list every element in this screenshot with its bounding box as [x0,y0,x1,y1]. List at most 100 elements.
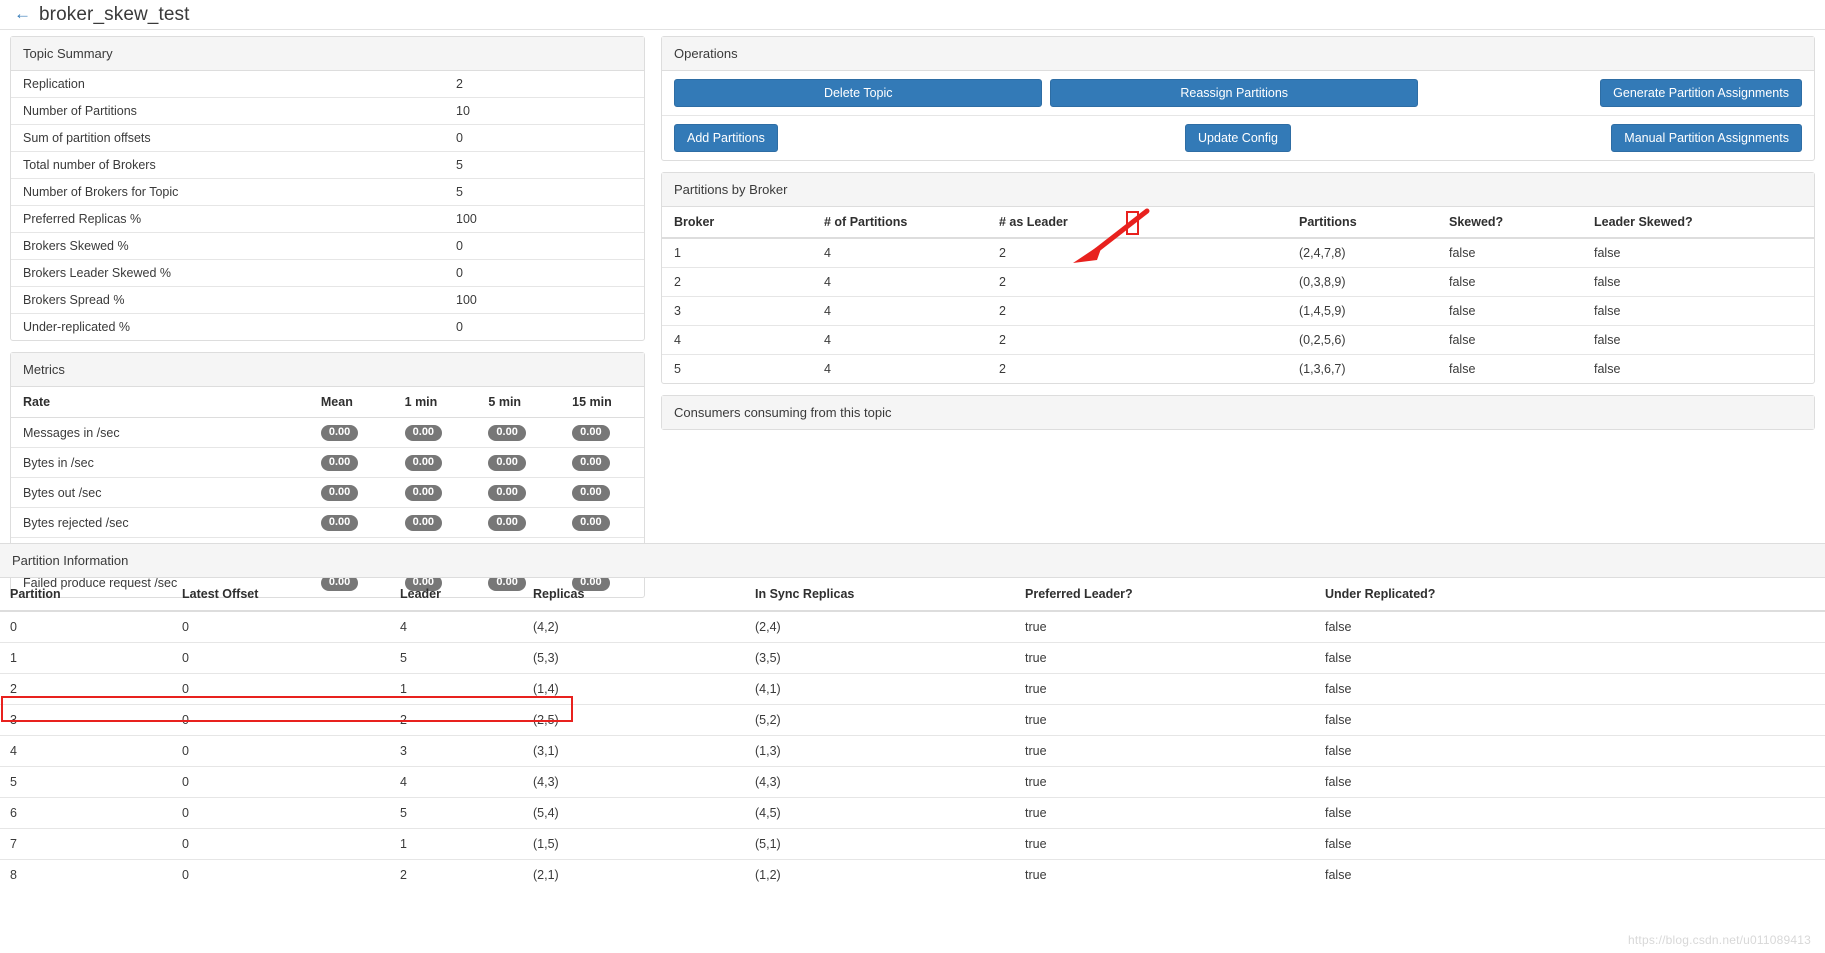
broker-partitions: (1,4,5,9) [1287,296,1437,326]
broker-partitions: (1,3,6,7) [1287,354,1437,383]
broker-link[interactable]: 3 [662,296,812,326]
pi-partition: 2 [0,673,172,705]
broker-leader-skewed: false [1582,296,1814,326]
pi-under-replicated: false [1315,673,1825,705]
pi-preferred-leader: true [1015,642,1315,674]
summary-label: Brokers Skewed % [11,232,444,260]
metric-1min: 0.00 [392,477,477,508]
pi-leader-link[interactable]: 5 [390,642,523,674]
metrics-col-1min: 1 min [392,387,477,418]
table-row: 8 0 2 (2,1) (1,2) true false [0,859,1825,890]
pi-latest-offset: 0 [172,642,390,674]
metric-badge: 0.00 [404,425,443,441]
table-row: Messages in /sec 0.00 0.00 0.00 0.00 [11,418,644,448]
generate-partition-assignments-button[interactable]: Generate Partition Assignments [1600,79,1802,107]
broker-link[interactable]: 1 [662,238,812,268]
pi-latest-offset: 0 [172,859,390,890]
metric-5min: 0.00 [476,418,560,448]
broker-link[interactable]: 4 [662,325,812,355]
table-row: 2 0 1 (1,4) (4,1) true false [0,673,1825,705]
pi-replicas: (2,5) [523,704,745,736]
col-leader-skewed: Leader Skewed? [1582,207,1814,239]
table-row: Number of Partitions 10 [11,97,644,125]
metric-label: Bytes out /sec [11,477,309,508]
pi-replicas: (1,5) [523,828,745,860]
reassign-partitions-button[interactable]: Reassign Partitions [1049,79,1419,107]
back-arrow-icon[interactable]: ← [14,5,31,22]
pi-preferred-leader: true [1015,828,1315,860]
pi-under-replicated: false [1315,704,1825,736]
broker-leader-skewed: false [1582,325,1814,355]
pi-partition: 1 [0,642,172,674]
broker-leader-skewed: false [1582,267,1814,297]
right-column: Operations Delete Topic Reassign Partiti… [661,36,1815,430]
pi-leader-link[interactable]: 2 [390,704,523,736]
pi-leader-link[interactable]: 1 [390,673,523,705]
broker-num-partitions: 4 [812,325,987,355]
broker-as-leader: 2 [999,246,1006,260]
col-replicas: Replicas [523,578,745,612]
metrics-col-mean: Mean [308,387,393,418]
pi-partition: 6 [0,797,172,829]
broker-as-leader: 2 [987,325,1287,355]
metric-badge: 0.00 [488,425,526,441]
metric-1min: 0.00 [393,418,477,448]
pi-partition: 0 [10,620,17,634]
metric-badge: 0.00 [572,515,610,531]
col-under-replicated: Under Replicated? [1315,578,1825,612]
col-partition: Partition [0,578,172,612]
app-page: ← broker_skew_test Topic Summary Replica… [0,0,1825,953]
summary-label: Replication [23,77,85,91]
table-row: Replication 2 [11,71,644,98]
pi-partition: 3 [0,704,172,736]
summary-label: Total number of Brokers [11,151,444,179]
broker-skewed: false [1437,267,1582,297]
topic-summary-table: Replication 2 Number of Partitions 10 Sum … [11,71,644,340]
pi-leader-link[interactable]: 2 [390,859,523,890]
broker-num-partitions: 4 [812,354,987,383]
summary-label: Brokers Leader Skewed % [11,259,444,287]
table-row: 4 4 2 (0,2,5,6) false false [662,325,1814,355]
pi-leader-link[interactable]: 4 [390,766,523,798]
pi-under-replicated: false [1325,620,1352,634]
pi-partition: 4 [0,735,172,767]
broker-link[interactable]: 5 [662,354,812,383]
metric-badge: 0.00 [572,425,610,441]
ops-cell-delete: Delete Topic [674,79,1050,107]
broker-skewed: false [1437,354,1582,383]
update-config-button[interactable]: Update Config [1185,124,1291,152]
col-broker: Broker [662,207,812,239]
pi-replicas: (4,3) [523,766,745,798]
partitions-by-broker-panel: Partitions by Broker Broker # of Partiti… [661,172,1815,384]
consumers-panel: Consumers consuming from this topic [661,395,1815,430]
summary-label: Number of Brokers for Topic [11,178,444,206]
pi-isr: (5,1) [745,828,1015,860]
pi-latest-offset: 0 [172,673,390,705]
pi-leader-link[interactable]: 3 [390,735,523,767]
metric-badge: 0.00 [488,515,526,531]
col-leader: Leader [390,578,523,612]
pi-preferred-leader: true [1015,859,1315,890]
manual-partition-assignments-button[interactable]: Manual Partition Assignments [1611,124,1802,152]
pi-replicas: (2,1) [523,859,745,890]
pi-latest-offset: 0 [172,828,390,860]
pi-preferred-leader: true [1025,620,1047,634]
pi-isr: (3,5) [745,642,1015,674]
col-latest-offset: Latest Offset [172,578,390,612]
pi-latest-offset: 0 [172,766,390,798]
pi-leader-link[interactable]: 5 [390,797,523,829]
pi-under-replicated: false [1315,828,1825,860]
pi-leader-link[interactable]: 4 [390,611,523,643]
operations-title: Operations [662,37,1814,71]
partitions-by-broker-table: Broker # of Partitions # as Leader Parti… [662,207,1814,383]
delete-topic-button[interactable]: Delete Topic [674,79,1043,107]
pi-leader-link[interactable]: 1 [390,828,523,860]
summary-label: Sum of partition offsets [11,124,444,152]
broker-link[interactable]: 2 [662,267,812,297]
table-row: Brokers Leader Skewed % 0 [11,259,644,287]
consumers-title: Consumers consuming from this topic [662,396,1814,429]
metrics-col-5min: 5 min [476,387,561,418]
table-row: Bytes in /sec 0.00 0.00 0.00 0.00 [11,447,644,478]
pi-under-replicated: false [1315,642,1825,674]
add-partitions-button[interactable]: Add Partitions [674,124,778,152]
